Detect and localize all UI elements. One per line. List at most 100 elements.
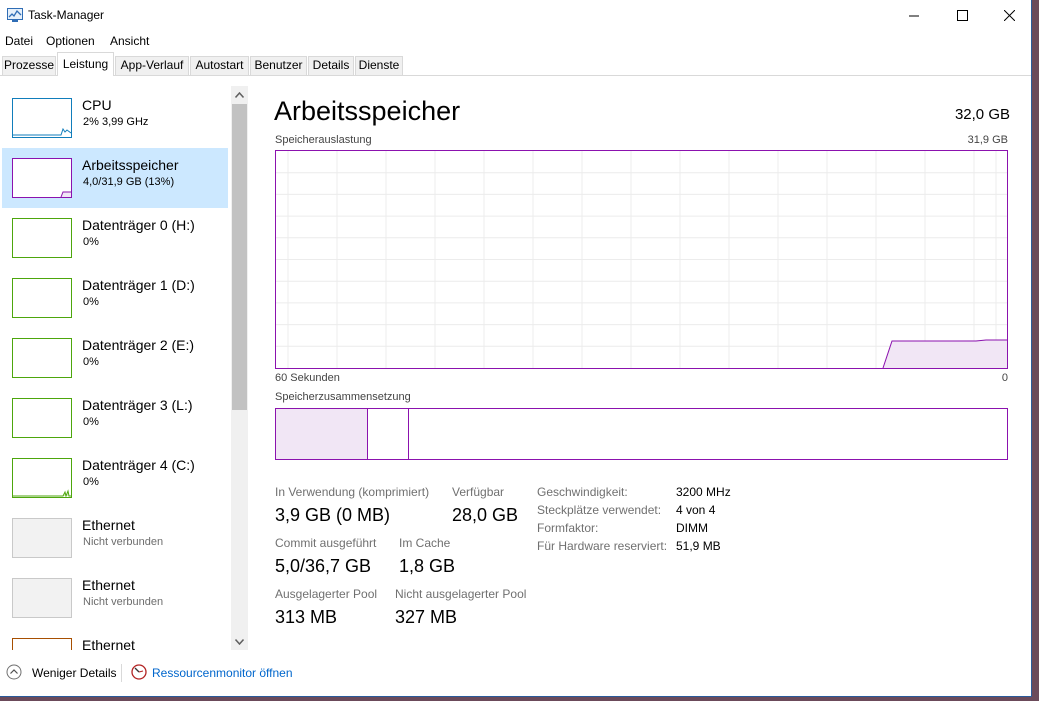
stat-available-label: Verfügbar — [452, 485, 505, 499]
sidebar-item-disk-4[interactable]: Datenträger 4 (C:) 0% — [2, 448, 228, 508]
detail-slots-label: Steckplätze verwendet: — [537, 503, 662, 517]
sidebar-item-value: 0% — [83, 416, 99, 428]
divider — [121, 664, 122, 682]
menu-ansicht[interactable]: Ansicht — [110, 34, 149, 48]
detail-speed-value: 3200 MHz — [676, 485, 731, 499]
graph-max-label: 31,9 GB — [967, 134, 1008, 146]
chevron-up-icon — [235, 91, 244, 98]
stat-nonpaged-pool-value: 327 MB — [395, 607, 458, 627]
sidebar-item-ethernet-1[interactable]: Ethernet Nicht verbunden — [2, 508, 228, 568]
menu-optionen[interactable]: Optionen — [46, 34, 95, 48]
sidebar-item-ethernet-3[interactable]: Ethernet — [2, 628, 228, 650]
tab-dienste[interactable]: Dienste — [355, 56, 403, 75]
maximize-button[interactable] — [939, 0, 985, 31]
menu-bar: Datei Optionen Ansicht — [0, 31, 1031, 51]
tab-leistung[interactable]: Leistung — [57, 52, 114, 76]
fewer-details-label[interactable]: Weniger Details — [32, 666, 116, 680]
sidebar-item-label: Datenträger 3 (L:) — [82, 397, 193, 413]
sidebar-item-value: 0% — [83, 356, 99, 368]
resource-monitor-link[interactable]: Ressourcenmonitor öffnen — [152, 666, 293, 680]
stat-commit-label: Commit ausgeführt — [275, 536, 377, 550]
stat-nonpaged-pool-label: Nicht ausgelagerter Pool — [395, 587, 527, 601]
resource-monitor-button[interactable] — [131, 664, 147, 680]
menu-datei[interactable]: Datei — [5, 34, 33, 48]
stat-in-use-value: 3,9 GB (0 MB) — [275, 505, 391, 525]
cpu-thumbnail-graph — [12, 98, 72, 138]
sidebar-item-cpu[interactable]: CPU 2% 3,99 GHz — [2, 88, 228, 148]
sidebar-item-disk-1[interactable]: Datenträger 1 (D:) 0% — [2, 268, 228, 328]
composition-label: Speicherzusammensetzung — [275, 391, 411, 403]
detail-hw-reserved-label: Für Hardware reserviert: — [537, 539, 668, 553]
sidebar-item-disk-0[interactable]: Datenträger 0 (H:) 0% — [2, 208, 228, 268]
sidebar-item-value: 0% — [83, 296, 99, 308]
tab-autostart[interactable]: Autostart — [190, 56, 249, 75]
detail-speed-label: Geschwindigkeit: — [537, 485, 628, 499]
composition-in-use — [276, 409, 367, 459]
ethernet-thumbnail-graph — [12, 638, 72, 650]
window-title: Task-Manager — [28, 8, 105, 22]
composition-divider — [367, 409, 368, 459]
sidebar-item-label: Datenträger 0 (H:) — [82, 217, 195, 233]
ethernet-thumbnail-graph — [12, 578, 72, 618]
scroll-down-button[interactable] — [231, 633, 248, 650]
memory-total: 32,0 GB — [954, 106, 1010, 123]
resource-monitor-icon — [131, 664, 147, 680]
sidebar-item-label: CPU — [82, 97, 112, 113]
stat-available-value: 28,0 GB — [452, 505, 519, 525]
minimize-button[interactable] — [891, 0, 937, 31]
title-bar[interactable]: Task-Manager — [0, 0, 1031, 31]
sidebar-item-value: 4,0/31,9 GB (13%) — [83, 176, 175, 188]
sidebar-item-disk-3[interactable]: Datenträger 3 (L:) 0% — [2, 388, 228, 448]
bottom-bar: Weniger Details Ressourcenmonitor öffnen — [0, 654, 1031, 694]
graph-time-start: 60 Sekunden — [275, 372, 340, 384]
page-title: Arbeitsspeicher — [274, 96, 461, 126]
sidebar-item-label: Ethernet — [82, 577, 135, 593]
scroll-up-button[interactable] — [231, 86, 248, 103]
detail-hw-reserved-value: 51,9 MB — [676, 539, 721, 553]
tab-prozesse[interactable]: Prozesse — [2, 56, 56, 75]
sidebar-item-label: Datenträger 2 (E:) — [82, 337, 195, 353]
scroll-thumb[interactable] — [232, 104, 247, 410]
sidebar-item-value: 0% — [83, 236, 99, 248]
memory-usage-graph — [275, 150, 1008, 369]
sidebar-item-label: Datenträger 4 (C:) — [82, 457, 195, 473]
sidebar-item-arbeitsspeicher[interactable]: Arbeitsspeicher 4,0/31,9 GB (13%) — [2, 148, 228, 208]
sidebar-item-label: Ethernet — [82, 517, 135, 533]
close-icon — [1003, 10, 1015, 21]
sidebar-scrollbar[interactable] — [231, 86, 248, 650]
chevron-up-circle-icon — [6, 664, 22, 680]
stat-cached-label: Im Cache — [399, 536, 451, 550]
detail-slots-value: 4 von 4 — [676, 503, 716, 517]
sidebar-item-disk-2[interactable]: Datenträger 2 (E:) 0% — [2, 328, 228, 388]
tab-app-verlauf[interactable]: App-Verlauf — [115, 56, 189, 75]
disk-thumbnail-graph — [12, 218, 72, 258]
stat-cached-value: 1,8 GB — [399, 556, 456, 576]
chevron-down-icon — [235, 638, 244, 645]
sidebar-item-value: Nicht verbunden — [83, 596, 164, 608]
stat-commit-value: 5,0/36,7 GB — [275, 556, 372, 576]
tab-details[interactable]: Details — [308, 56, 354, 75]
task-manager-window: Task-Manager Datei Optionen Ansicht Proz… — [0, 0, 1032, 697]
stat-in-use-label: In Verwendung (komprimiert) — [275, 485, 430, 499]
detail-form-factor-label: Formfaktor: — [537, 521, 599, 535]
memory-usage-plot — [276, 151, 1007, 369]
sidebar-item-label: Ethernet — [82, 637, 135, 650]
memory-thumbnail-graph — [12, 158, 72, 198]
graph-label: Speicherauslastung — [275, 134, 372, 146]
disk-thumbnail-graph — [12, 338, 72, 378]
maximize-icon — [956, 10, 968, 21]
disk-thumbnail-graph — [12, 278, 72, 318]
ethernet-thumbnail-graph — [12, 518, 72, 558]
sidebar-item-value: 0% — [83, 476, 99, 488]
task-manager-app-icon — [7, 8, 23, 22]
sidebar-item-label: Datenträger 1 (D:) — [82, 277, 195, 293]
sidebar-item-ethernet-2[interactable]: Ethernet Nicht verbunden — [2, 568, 228, 628]
fewer-details-button[interactable] — [6, 664, 22, 680]
stat-paged-pool-value: 313 MB — [275, 607, 338, 627]
sidebar-item-value: Nicht verbunden — [83, 536, 164, 548]
disk-thumbnail-graph — [12, 458, 72, 498]
composition-divider — [408, 409, 409, 459]
close-button[interactable] — [986, 0, 1031, 31]
sidebar-item-label: Arbeitsspeicher — [82, 157, 179, 173]
tab-benutzer[interactable]: Benutzer — [250, 56, 307, 75]
